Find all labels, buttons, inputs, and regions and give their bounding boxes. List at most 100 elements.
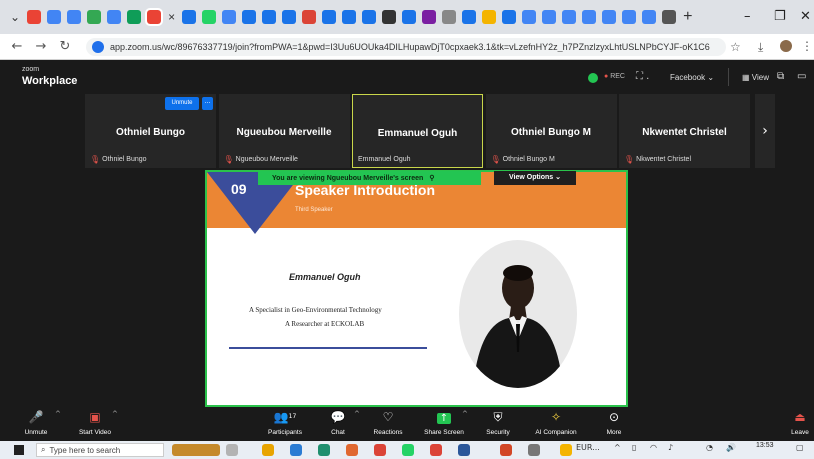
taskbar-chrome-icon[interactable] [374, 444, 386, 456]
taskbar-whatsapp-icon[interactable] [402, 444, 414, 456]
browser-tab-favicon[interactable] [322, 10, 337, 24]
more-button[interactable]: ⊙ More [598, 409, 630, 436]
taskbar-taskview-icon[interactable] [226, 444, 238, 456]
reactions-button[interactable]: ♡ Reactions [370, 409, 406, 436]
browser-tab-favicon[interactable] [282, 10, 297, 24]
taskbar-powerpoint-icon[interactable] [500, 444, 512, 456]
new-tab-button[interactable]: + [683, 8, 692, 26]
browser-tab-favicon[interactable] [622, 10, 637, 24]
tray-network-icon[interactable]: ◠ [650, 443, 657, 452]
browser-tab-favicon[interactable] [342, 10, 357, 24]
browser-tab-favicon[interactable] [242, 10, 257, 24]
tray-battery-icon: ▯ [632, 443, 637, 452]
viewing-banner: You are viewing Ngueubou Merveille's scr… [258, 171, 481, 185]
slide-number: 09 [231, 181, 247, 197]
participant-tile[interactable]: Emmanuel Oguh Emmanuel Oguh [352, 94, 483, 168]
close-tab-icon[interactable]: × [168, 10, 175, 24]
browser-tab-favicon[interactable] [127, 10, 142, 24]
browser-tab-favicon[interactable] [202, 10, 217, 24]
browser-tab-favicon[interactable] [422, 10, 437, 24]
address-field[interactable]: app.zoom.us/wc/89676337719/join?fromPWA=… [86, 38, 726, 56]
taskbar-eur-icon[interactable] [560, 444, 572, 456]
browser-tab-favicon[interactable] [302, 10, 317, 24]
browser-tab-favicon[interactable] [442, 10, 457, 24]
notification-icon[interactable]: ▢ [796, 443, 804, 452]
fullscreen-icon[interactable]: ▭ [797, 71, 806, 82]
browser-tab-favicon[interactable] [87, 10, 102, 24]
bookmark-star-icon[interactable]: ☆ [730, 40, 741, 54]
browser-menu-icon[interactable]: ⋮ [801, 39, 813, 53]
unmute-button[interactable]: 🎤 Unmute [18, 409, 54, 436]
unmute-participant-button[interactable]: Unmute [165, 97, 199, 110]
security-button[interactable]: ⛨ Security [480, 409, 516, 436]
view-options-button[interactable]: View Options ⌄ [494, 171, 576, 185]
browser-tab-favicon[interactable] [462, 10, 477, 24]
view-button[interactable]: ▦ View [742, 73, 769, 82]
banner-pin-icon[interactable]: ⚲ [429, 174, 434, 182]
browser-tab-favicon[interactable] [502, 10, 517, 24]
browser-tab-favicon[interactable] [602, 10, 617, 24]
taskbar-app-icon[interactable] [346, 444, 358, 456]
share-options-caret[interactable]: ^ [462, 410, 468, 418]
browser-tab-favicon[interactable] [182, 10, 197, 24]
taskbar-chrome2-icon[interactable] [430, 444, 442, 456]
back-icon[interactable]: ← [10, 39, 24, 54]
participants-button[interactable]: 👥17 Participants [262, 409, 308, 436]
browser-tab-favicon[interactable] [562, 10, 577, 24]
speaker-layout-icon[interactable]: ⛶ . [636, 71, 649, 82]
taskbar-word-icon[interactable] [458, 444, 470, 456]
video-options-caret[interactable]: ^ [112, 410, 118, 418]
participant-tile[interactable]: Nkwentet Christel 🎙 Nkwentet Christel [619, 94, 750, 168]
close-window-icon[interactable]: ✕ [800, 9, 811, 24]
pip-icon[interactable]: ⧉ [777, 71, 784, 82]
browser-tab-favicon[interactable] [27, 10, 42, 24]
participant-tile[interactable]: Othniel Bungo M 🎙 Othniel Bungo M [485, 94, 617, 168]
browser-tab-favicon[interactable] [582, 10, 597, 24]
browser-tab-favicon[interactable] [222, 10, 237, 24]
audio-options-caret[interactable]: ^ [55, 410, 61, 418]
browser-tab-favicon[interactable] [542, 10, 557, 24]
taskbar-weather-app[interactable] [172, 444, 220, 456]
taskbar-settings-icon[interactable] [528, 444, 540, 456]
browser-tab-favicon[interactable] [522, 10, 537, 24]
tray-wifi-icon[interactable]: ◔ [706, 443, 713, 452]
next-participants-arrow[interactable]: › [755, 94, 775, 168]
reload-icon[interactable]: ↻ [58, 39, 72, 54]
maximize-icon[interactable]: ❐ [774, 9, 786, 24]
taskbar-explorer-icon[interactable] [262, 444, 274, 456]
browser-tab-favicon[interactable] [362, 10, 377, 24]
download-icon[interactable]: ⤓ [758, 40, 763, 55]
windows-start-icon[interactable] [14, 445, 24, 455]
participant-tile[interactable]: Ngueubou Merveille 🎙 Ngueubou Merveille [218, 94, 350, 168]
reactions-icon: ♡ [382, 410, 394, 424]
tab-list-chevron-icon[interactable]: ⌄ [10, 10, 20, 24]
taskbar-edge-icon[interactable] [318, 444, 330, 456]
browser-tab-favicon[interactable] [642, 10, 657, 24]
taskbar-search-input[interactable]: ⌕ Type here to search [36, 443, 164, 457]
tray-volume-icon[interactable]: ♪ [668, 443, 673, 452]
browser-tab-favicon[interactable] [402, 10, 417, 24]
tray-speaker-icon[interactable]: 🔊 [726, 443, 736, 452]
browser-tab-favicon[interactable] [262, 10, 277, 24]
tray-chevron-icon[interactable]: ^ [614, 443, 621, 452]
ai-companion-button[interactable]: ✧ AI Companion [528, 409, 584, 436]
browser-tab-favicon[interactable] [145, 8, 164, 26]
leave-button[interactable]: ⏏ Leave [786, 409, 814, 436]
participant-label: 🎙 Ngueubou Merveille [224, 155, 298, 164]
browser-tab-favicon[interactable] [482, 10, 497, 24]
browser-tab-favicon[interactable] [67, 10, 82, 24]
browser-tab-favicon[interactable] [662, 10, 677, 24]
facebook-live-button[interactable]: Facebook ⌄ [670, 73, 714, 82]
browser-tab-favicon[interactable] [107, 10, 122, 24]
participant-label: 🎙 Othniel Bungo M [491, 155, 555, 164]
profile-avatar[interactable] [780, 40, 792, 52]
taskbar-mail-icon[interactable] [290, 444, 302, 456]
minimize-icon[interactable]: – [744, 9, 751, 24]
browser-tab-favicon[interactable] [382, 10, 397, 24]
browser-tab-favicon[interactable] [47, 10, 62, 24]
chat-options-caret[interactable]: ^ [354, 410, 360, 418]
forward-icon[interactable]: → [34, 39, 48, 54]
participant-more-button[interactable]: ... [202, 97, 213, 110]
encryption-shield-icon[interactable] [588, 73, 598, 83]
chat-button[interactable]: 💬 Chat [324, 409, 352, 436]
